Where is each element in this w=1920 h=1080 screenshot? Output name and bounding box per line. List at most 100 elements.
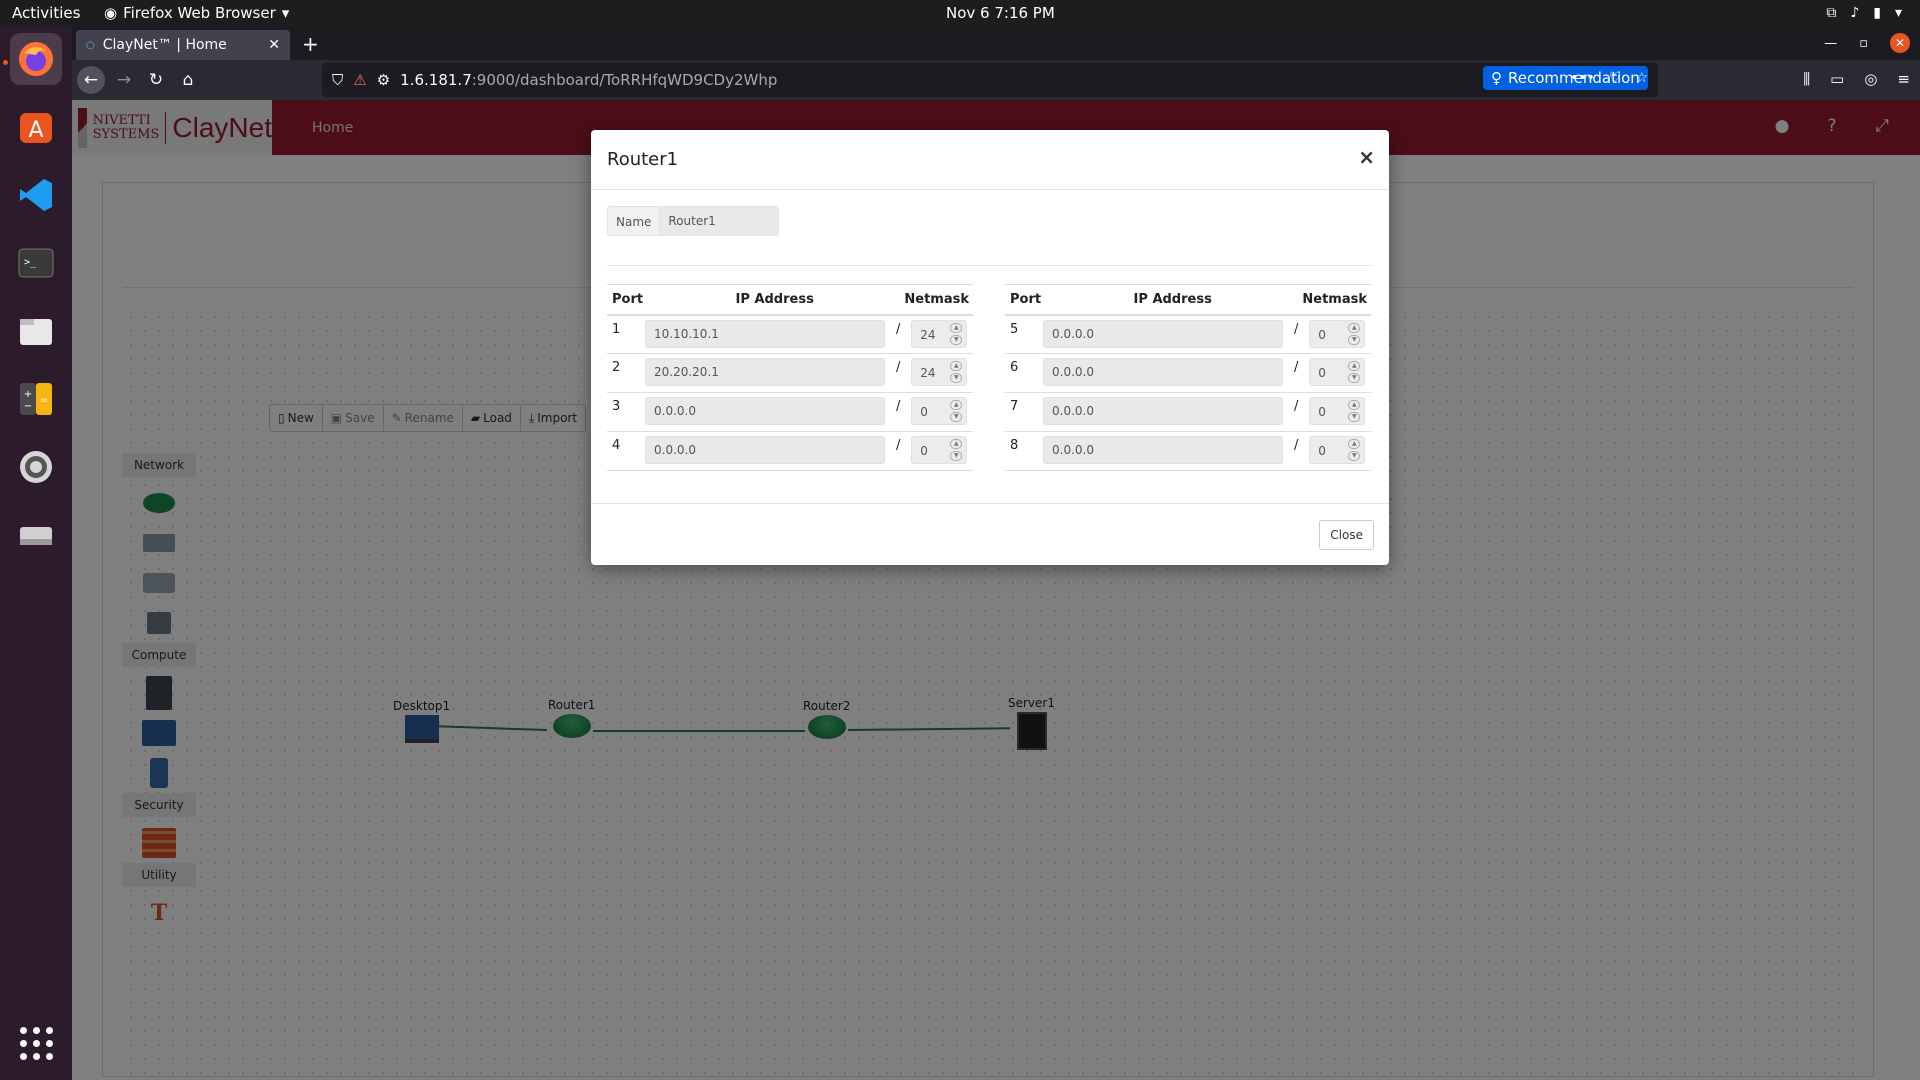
close-button[interactable]: Close <box>1319 520 1374 550</box>
netmask-stepper[interactable]: 0 ▲ ▼ <box>911 397 968 425</box>
firefox-icon[interactable] <box>10 33 62 85</box>
netmask-stepper[interactable]: 0 ▲ ▼ <box>911 436 968 464</box>
network-icon: ⧉ <box>1826 5 1837 21</box>
app-menu-label: Firefox Web Browser <box>123 4 276 22</box>
spin-up-icon[interactable]: ▲ <box>1348 439 1361 449</box>
terminal-icon[interactable]: >_ <box>10 237 62 289</box>
ip-address-input[interactable] <box>1043 319 1283 348</box>
netmask-stepper[interactable]: 0 ▲ ▼ <box>1309 397 1366 425</box>
running-indicator <box>3 60 8 65</box>
ip-header: IP Address <box>645 284 905 316</box>
ip-address-input[interactable] <box>645 397 885 425</box>
new-tab-icon[interactable]: + <box>302 32 319 56</box>
netmask-header: Netmask <box>904 284 973 316</box>
spin-down-icon[interactable]: ▼ <box>1348 334 1361 345</box>
pocket-icon[interactable]: ♡ <box>1609 70 1622 86</box>
spin-down-icon[interactable]: ▼ <box>950 334 963 345</box>
spin-up-icon[interactable]: ▲ <box>950 361 963 371</box>
library-icon[interactable]: ⫼ <box>1803 70 1810 88</box>
port-row: 4 / 0 ▲ ▼ <box>607 431 973 471</box>
port-header: Port <box>1005 284 1043 316</box>
insecure-lock-icon[interactable]: ⚠ <box>353 71 366 89</box>
system-tray[interactable]: ⧉ ♪ ▮ ▾ <box>1826 5 1902 21</box>
maximize-icon[interactable]: ▫ <box>1859 36 1868 51</box>
bookmark-star-icon[interactable]: ☆ <box>1635 70 1648 86</box>
port-row: 8 / 0 ▲ ▼ <box>1005 431 1371 471</box>
reload-icon[interactable]: ↻ <box>142 66 170 94</box>
spin-down-icon[interactable]: ▼ <box>950 373 963 383</box>
drive-icon[interactable] <box>10 509 62 561</box>
page-actions-icon[interactable]: ••• <box>1570 70 1595 86</box>
netmask-stepper[interactable]: 0 ▲ ▼ <box>1309 436 1366 464</box>
ports-table-left: Port IP Address Netmask 1 / 24▲▼ 2 / 24▲… <box>607 284 973 471</box>
spin-down-icon[interactable]: ▼ <box>1348 451 1361 461</box>
spin-up-icon[interactable]: ▲ <box>950 322 963 333</box>
name-field-group: Name <box>607 206 780 236</box>
close-window-icon[interactable]: ✕ <box>1890 33 1910 53</box>
ip-address-input[interactable] <box>645 358 885 386</box>
spin-down-icon[interactable]: ▼ <box>1348 373 1361 383</box>
browser-chrome: ○ ClayNet™ | Home ✕ + — ▫ ✕ ← → ↻ ⌂ ⛉ ⚠ … <box>72 27 1920 100</box>
port-number: 6 <box>1005 353 1043 393</box>
account-icon[interactable]: ◎ <box>1864 70 1877 88</box>
settings-icon[interactable] <box>10 441 62 493</box>
spin-up-icon[interactable]: ▲ <box>950 400 963 410</box>
tab-favicon-icon: ○ <box>86 39 95 51</box>
ip-address-input[interactable] <box>645 319 885 348</box>
app-center-icon[interactable]: A <box>10 101 62 153</box>
calculator-icon[interactable]: + − = <box>10 373 62 425</box>
menu-icon[interactable]: ≡ <box>1897 70 1910 88</box>
back-icon[interactable]: ← <box>77 66 105 94</box>
slash-separator: / <box>1293 321 1299 337</box>
netmask-stepper[interactable]: 0 ▲ ▼ <box>1309 358 1366 386</box>
browser-tab[interactable]: ○ ClayNet™ | Home ✕ <box>76 30 290 60</box>
spin-down-icon[interactable]: ▼ <box>1348 412 1361 422</box>
spin-up-icon[interactable]: ▲ <box>1348 322 1361 333</box>
netmask-stepper[interactable]: 24 ▲ ▼ <box>911 358 968 386</box>
ip-address-input[interactable] <box>1043 358 1283 386</box>
slash-separator: / <box>1293 399 1299 414</box>
window-controls: — ▫ ✕ <box>1824 33 1910 53</box>
ip-address-input[interactable] <box>1043 436 1283 464</box>
volume-icon: ♪ <box>1850 5 1860 21</box>
svg-text:=: = <box>40 395 48 406</box>
spin-up-icon[interactable]: ▲ <box>1348 400 1361 410</box>
clock[interactable]: Nov 6 7:16 PM <box>946 4 1055 22</box>
home-icon[interactable]: ⌂ <box>174 66 202 94</box>
nav-bar: ← → ↻ ⌂ ⛉ ⚠ ⚙ 1.6.181.7:9000/dashboard/T… <box>72 60 1920 100</box>
vscode-icon[interactable] <box>10 169 62 221</box>
spin-down-icon[interactable]: ▼ <box>950 412 963 422</box>
ip-address-input[interactable] <box>1043 397 1283 425</box>
port-number: 7 <box>1005 392 1043 432</box>
netmask-stepper[interactable]: 0 ▲ ▼ <box>1309 319 1366 348</box>
netmask-value: 0 <box>920 405 928 419</box>
close-tab-icon[interactable]: ✕ <box>268 37 280 53</box>
app-menu[interactable]: ◉ Firefox Web Browser ▾ <box>104 4 289 22</box>
ip-address-input[interactable] <box>645 436 885 464</box>
spin-down-icon[interactable]: ▼ <box>950 451 963 461</box>
port-row: 7 / 0 ▲ ▼ <box>1005 392 1371 432</box>
sidebar-icon[interactable]: ▭ <box>1830 70 1844 88</box>
url-bar[interactable]: ⛉ ⚠ ⚙ 1.6.181.7:9000/dashboard/ToRRHfqWD… <box>322 63 1658 97</box>
port-row: 3 / 0 ▲ ▼ <box>607 392 973 432</box>
modal-footer-divider <box>591 503 1389 504</box>
slash-separator: / <box>895 321 901 337</box>
close-icon[interactable]: × <box>1358 145 1375 169</box>
minimize-icon[interactable]: — <box>1824 36 1837 51</box>
netmask-value: 0 <box>1318 405 1326 419</box>
lightbulb-icon: ♀ <box>1491 69 1502 87</box>
name-input[interactable] <box>660 207 779 235</box>
modal-header: Router1 × <box>591 130 1389 190</box>
permissions-icon[interactable]: ⚙ <box>377 71 390 89</box>
spin-up-icon[interactable]: ▲ <box>950 439 963 449</box>
shield-icon[interactable]: ⛉ <box>332 71 343 89</box>
activities-button[interactable]: Activities <box>12 4 80 22</box>
ip-header: IP Address <box>1043 284 1303 316</box>
app-grid-icon[interactable] <box>10 1017 62 1069</box>
files-icon[interactable] <box>10 305 62 357</box>
spin-up-icon[interactable]: ▲ <box>1348 361 1361 371</box>
forward-icon[interactable]: → <box>110 66 138 94</box>
netmask-stepper[interactable]: 24 ▲ ▼ <box>911 319 968 348</box>
name-label: Name <box>608 207 661 235</box>
browser-toolbar-right: ⫼ ▭ ◎ ≡ <box>1803 70 1910 88</box>
